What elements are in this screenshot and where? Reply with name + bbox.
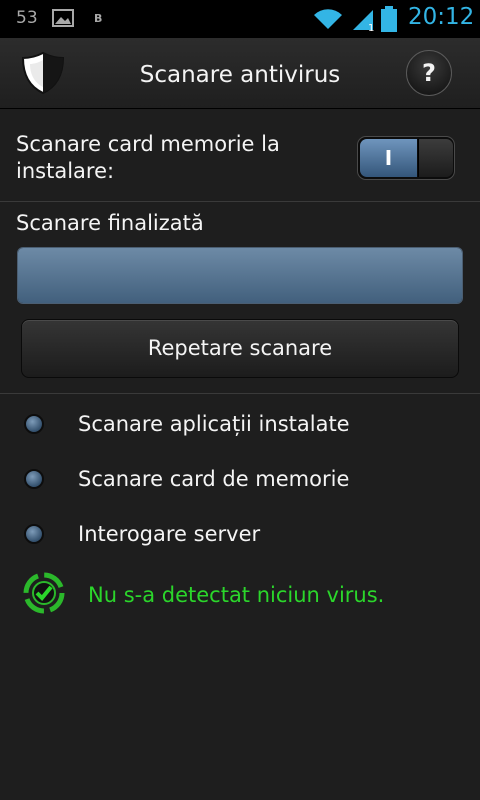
signal-icon: 1	[351, 8, 377, 36]
step-memory-card: Scanare card de memorie	[0, 458, 480, 498]
svg-text:1: 1	[368, 23, 374, 32]
battery-icon	[381, 6, 397, 36]
status-bar: 53 B 1 20:12	[0, 0, 480, 38]
step-label: Scanare card de memorie	[78, 467, 350, 491]
divider	[0, 393, 480, 394]
scan-status-label: Scanare finalizată	[16, 211, 204, 235]
clock: 20:12	[408, 4, 475, 30]
scan-result-text: Nu s-a detectat niciun virus.	[88, 583, 385, 607]
step-label: Interogare server	[78, 522, 261, 546]
gallery-icon	[52, 9, 74, 31]
toggle-on-indicator: I	[360, 139, 417, 177]
check-target-icon	[21, 570, 67, 620]
notification-count: 53	[16, 8, 38, 28]
step-indicator-icon	[24, 414, 44, 434]
repeat-scan-button[interactable]: Repetare scanare	[21, 319, 459, 378]
sd-scan-label: Scanare card memorie la instalare:	[16, 132, 280, 183]
scan-progress-bar	[17, 247, 463, 304]
sd-scan-toggle[interactable]: I	[357, 136, 455, 180]
step-indicator-icon	[24, 524, 44, 544]
help-button[interactable]: ?	[406, 50, 452, 96]
b-icon: B	[94, 12, 103, 25]
step-label: Scanare aplicații instalate	[78, 412, 350, 436]
step-installed-apps: Scanare aplicații instalate	[0, 403, 480, 443]
progress-fill	[18, 248, 462, 303]
toggle-knob	[418, 139, 453, 177]
step-indicator-icon	[24, 469, 44, 489]
wifi-icon	[313, 8, 343, 34]
title-bar: Scanare antivirus ?	[0, 38, 480, 109]
sd-scan-setting-row: Scanare card memorie la instalare: I	[0, 109, 480, 202]
step-server-query: Interogare server	[0, 513, 480, 553]
